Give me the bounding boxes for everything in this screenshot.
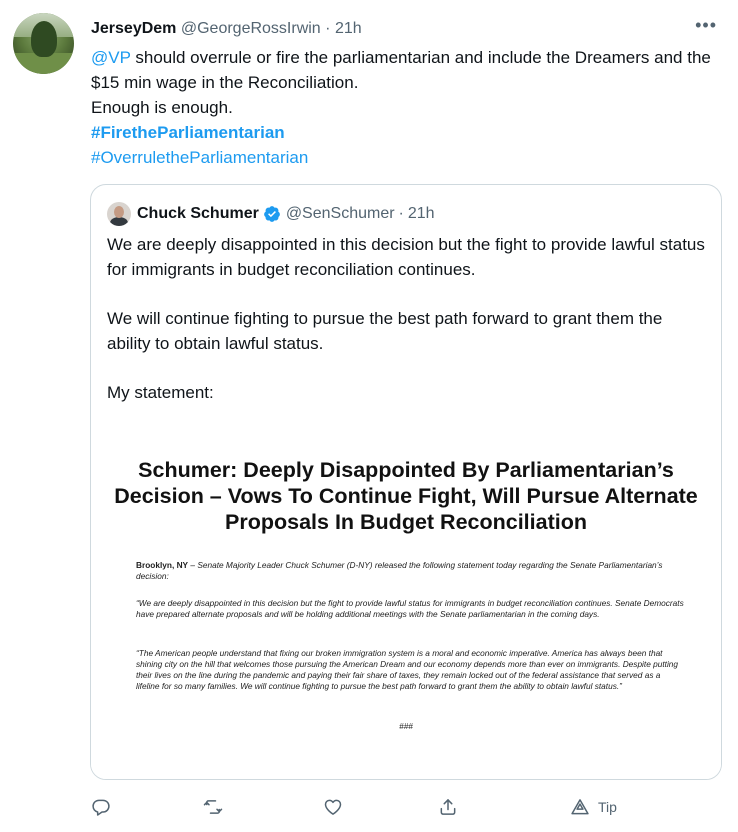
- tweet-text-line1: should overrule or fire the parliamentar…: [91, 48, 711, 92]
- verified-badge-icon: [263, 206, 280, 222]
- reply-icon: [92, 799, 110, 816]
- tweet[interactable]: JerseyDem @GeorgeRossIrwin · 21h ••• @VP…: [0, 0, 738, 832]
- tip-icon: [571, 799, 589, 815]
- statement-image[interactable]: Schumer: Deeply Disappointed By Parliame…: [91, 430, 721, 779]
- tip-label: Tip: [598, 799, 617, 815]
- statement-dateline: Brooklyn, NY: [136, 560, 189, 570]
- author-display-name[interactable]: JerseyDem: [91, 20, 176, 37]
- tip-button[interactable]: Tip: [570, 797, 617, 817]
- quoted-tweet-timestamp[interactable]: 21h: [408, 203, 435, 225]
- tweet-text-line2: Enough is enough.: [91, 98, 233, 117]
- quoted-author-avatar[interactable]: [107, 202, 131, 226]
- quoted-paragraph-1: We are deeply disappointed in this decis…: [107, 235, 705, 279]
- quoted-tweet-header: Chuck Schumer @SenSchumer · 21h: [107, 202, 435, 226]
- statement-paragraph-1: Brooklyn, NY – Senate Majority Leader Ch…: [136, 560, 684, 582]
- separator-dot: ·: [325, 20, 331, 37]
- statement-end-mark: ###: [399, 721, 413, 731]
- quoted-tweet[interactable]: Chuck Schumer @SenSchumer · 21h We are d…: [90, 184, 722, 780]
- hashtag-link-1[interactable]: #FiretheParliamentarian: [91, 123, 285, 142]
- author-avatar[interactable]: [13, 13, 74, 74]
- tweet-header: JerseyDem @GeorgeRossIrwin · 21h: [91, 19, 362, 39]
- tweet-timestamp[interactable]: 21h: [335, 20, 362, 37]
- reply-button[interactable]: [91, 797, 111, 817]
- statement-title: Schumer: Deeply Disappointed By Parliame…: [114, 458, 698, 534]
- share-icon: [440, 799, 456, 815]
- like-button[interactable]: [323, 797, 343, 817]
- quoted-author-handle[interactable]: @SenSchumer: [286, 203, 395, 225]
- tweet-text: @VP should overrule or fire the parliame…: [91, 45, 721, 170]
- author-handle[interactable]: @GeorgeRossIrwin: [181, 20, 321, 37]
- quoted-paragraph-2: We will continue fighting to pursue the …: [107, 309, 663, 353]
- quoted-tweet-text: We are deeply disappointed in this decis…: [107, 232, 707, 429]
- quoted-author-display-name[interactable]: Chuck Schumer: [137, 203, 259, 225]
- statement-paragraph-1-text: – Senate Majority Leader Chuck Schumer (…: [136, 560, 663, 581]
- statement-paragraph-3: “The American people understand that fix…: [136, 648, 679, 691]
- tweet-action-bar: Tip: [0, 793, 738, 827]
- retweet-icon: [203, 800, 223, 814]
- quoted-paragraph-3: My statement:: [107, 383, 214, 402]
- share-button[interactable]: [438, 797, 458, 817]
- mention-link[interactable]: @VP: [91, 48, 131, 67]
- statement-paragraph-2: “We are deeply disappointed in this deci…: [136, 598, 684, 619]
- like-icon: [324, 799, 342, 815]
- retweet-button[interactable]: [203, 797, 223, 817]
- hashtag-link-2[interactable]: #OverruletheParliamentarian: [91, 148, 308, 167]
- separator-dot: ·: [398, 205, 404, 222]
- more-options-icon[interactable]: •••: [695, 16, 717, 34]
